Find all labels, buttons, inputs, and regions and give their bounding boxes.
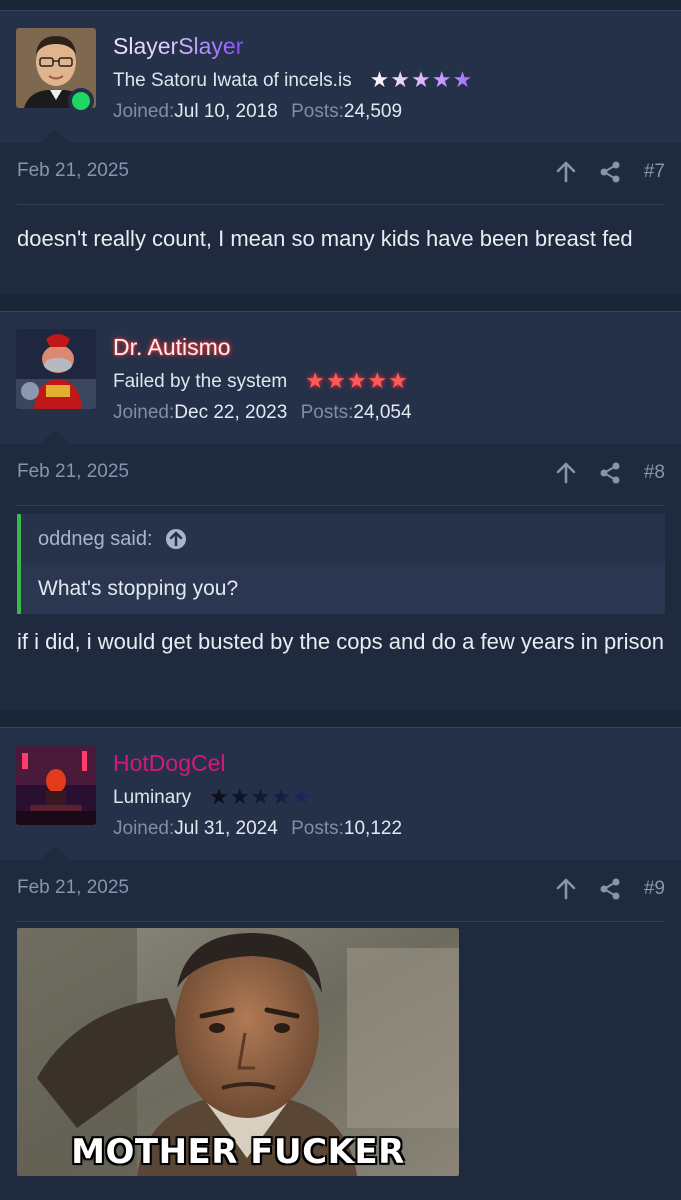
joined-label: Joined: [113, 101, 175, 122]
notch [40, 430, 70, 444]
quote-text: What's stopping you? [21, 564, 665, 614]
posts-label: Posts: [300, 402, 354, 423]
user-title: The Satoru Iwata of incels.is [113, 70, 352, 91]
user-title: Luminary [113, 787, 192, 808]
arrow-up-icon[interactable] [554, 877, 578, 901]
post-actions: #7 [554, 157, 665, 187]
joined-date: Dec 22, 2023 [174, 402, 288, 423]
online-status-icon [68, 88, 94, 114]
post-count: 24,509 [343, 101, 403, 122]
user-meta: Joined:Jul 10, 2018 Posts:24,509 [113, 99, 410, 125]
avatar-hotdogcel[interactable] [16, 745, 96, 825]
post-number[interactable]: #7 [644, 161, 665, 183]
media-caption: MOTHER FUCKER [71, 1132, 405, 1172]
posts-label: Posts: [291, 101, 344, 122]
user-title-line: The Satoru Iwata of incels.is ★★★★★ [113, 67, 473, 94]
message-body: doesn't really count, I mean so many kid… [17, 226, 633, 251]
post-actions: #8 [554, 458, 665, 488]
post-date[interactable]: Feb 21, 2025 [17, 461, 129, 483]
quote-arrow-icon[interactable] [165, 528, 187, 550]
username[interactable]: HotDogCel [113, 748, 226, 778]
avatar-dr-autismo[interactable] [16, 329, 96, 409]
joined-date: Jul 31, 2024 [174, 818, 278, 839]
rank-stars: ★★★★★ [305, 368, 409, 393]
share-icon[interactable] [598, 160, 622, 184]
user-block: Dr. Autismo Failed by the system ★★★★★ Jo… [0, 312, 681, 444]
joined-label: Joined: [113, 818, 175, 839]
rank-stars: ★★★★★ [209, 784, 313, 809]
user-meta: Joined:Jul 31, 2024 Posts:10,122 [113, 816, 410, 842]
post-number[interactable]: #9 [644, 878, 665, 900]
message-header: Feb 21, 2025 #9 [17, 860, 665, 922]
post-date[interactable]: Feb 21, 2025 [17, 160, 129, 182]
rank-stars: ★★★★★ [369, 67, 474, 92]
post-count: 10,122 [343, 818, 403, 839]
quote-block: oddneg said: What's stopping you? [17, 514, 665, 614]
post-media-gif[interactable]: MOTHER FUCKER [17, 928, 459, 1176]
post-count: 24,054 [353, 402, 412, 423]
joined-date: Jul 10, 2018 [174, 101, 278, 122]
message-header: Feb 21, 2025 #7 [17, 143, 665, 205]
user-meta: Joined:Dec 22, 2023 Posts:24,054 [113, 400, 420, 426]
avatar-image [16, 329, 96, 409]
post-8: Dr. Autismo Failed by the system ★★★★★ Jo… [0, 311, 681, 710]
avatar-image [16, 745, 96, 825]
message: Feb 21, 2025 #8 oddneg said: What's stop… [0, 444, 681, 710]
quote-header[interactable]: oddneg said: [21, 514, 665, 564]
message-header: Feb 21, 2025 #8 [17, 444, 665, 506]
post-date[interactable]: Feb 21, 2025 [17, 877, 129, 899]
quote-author: oddneg said: [38, 527, 153, 550]
message: Feb 21, 2025 #7 doesn't really count, I … [0, 143, 681, 295]
posts-label: Posts: [291, 818, 344, 839]
post-7: SlayerSlayer The Satoru Iwata of incels.… [0, 10, 681, 295]
user-title: Failed by the system [113, 371, 288, 392]
notch [40, 846, 70, 860]
share-icon[interactable] [598, 877, 622, 901]
joined-label: Joined: [113, 402, 175, 423]
user-title-line: Failed by the system ★★★★★ [113, 368, 409, 395]
username[interactable]: SlayerSlayer [113, 31, 243, 61]
user-title-line: Luminary ★★★★★ [113, 784, 313, 811]
post-actions: #9 [554, 874, 665, 904]
user-block: SlayerSlayer The Satoru Iwata of incels.… [0, 11, 681, 143]
notch [40, 129, 70, 143]
message-body: if i did, i would get busted by the cops… [17, 629, 664, 654]
share-icon[interactable] [598, 461, 622, 485]
post-number[interactable]: #8 [644, 462, 665, 484]
arrow-up-icon[interactable] [554, 160, 578, 184]
username[interactable]: Dr. Autismo [113, 332, 231, 362]
user-block: HotDogCel Luminary ★★★★★ Joined:Jul 31, 2… [0, 728, 681, 860]
arrow-up-icon[interactable] [554, 461, 578, 485]
avatar-slayerslayer[interactable] [16, 28, 96, 114]
